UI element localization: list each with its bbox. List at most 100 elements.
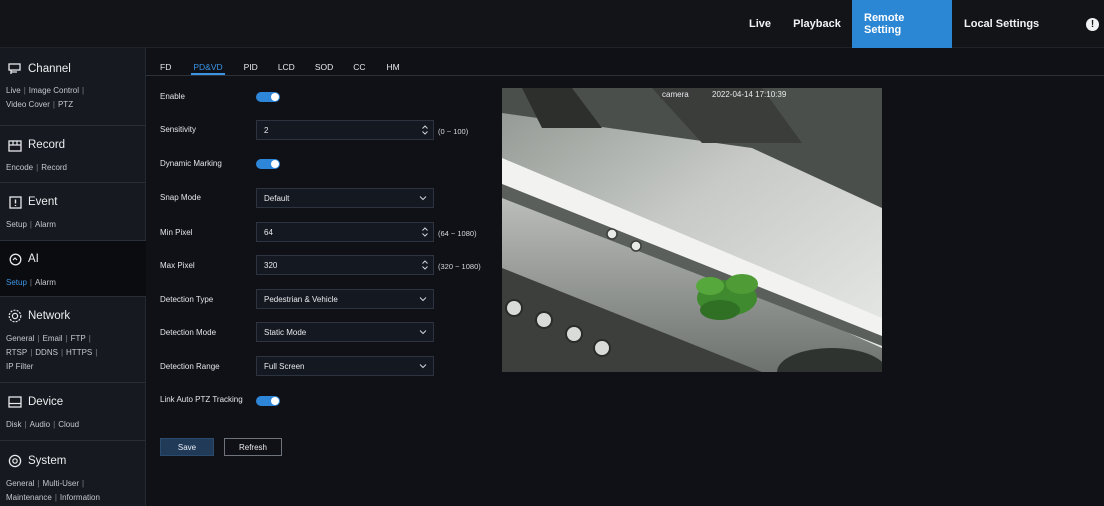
sidebar-section-device: Device Disk | Audio | Cloud <box>0 383 146 441</box>
top-bar: Live Playback Remote Setting Local Setti… <box>0 0 1104 48</box>
tab-cc[interactable]: CC <box>353 48 365 75</box>
enable-label: Enable <box>160 92 185 101</box>
sidebar-section-system: System General | Multi-User | Maintenance | I… <box>6 454 100 502</box>
min-pixel-range: (64 ~ 1080) <box>438 229 477 238</box>
sidebar-title-channel[interactable]: Channel <box>28 63 71 75</box>
tab-pd-vd[interactable]: PD&VD <box>191 48 225 75</box>
max-pixel-range: (320 ~ 1080) <box>438 262 481 271</box>
link-ptz-label: Link Auto PTZ Tracking <box>160 395 243 404</box>
detection-type-select[interactable]: Pedestrian & Vehicle <box>256 289 434 309</box>
snap-mode-select[interactable]: Default <box>256 188 434 208</box>
detection-mode-label: Detection Mode <box>160 328 217 337</box>
detection-mode-select[interactable]: Static Mode <box>256 322 434 342</box>
toggle-knob <box>271 93 279 101</box>
sidebar-link-video-cover[interactable]: Video Cover <box>6 100 50 109</box>
sidebar-link-information[interactable]: Information <box>60 493 100 502</box>
max-pixel-input[interactable]: 320 <box>256 255 434 275</box>
snap-mode-value: Default <box>264 193 290 203</box>
sidebar-link-ftp[interactable]: FTP <box>71 334 86 343</box>
sidebar-link-maintenance[interactable]: Maintenance <box>6 493 52 502</box>
tab-hm[interactable]: HM <box>387 48 400 75</box>
detection-range-value: Full Screen <box>264 361 305 371</box>
detection-range-label: Detection Range <box>160 362 220 371</box>
main-panel: FD PD&VD PID LCD SOD CC HM Enable Sensit… <box>146 48 1104 506</box>
min-pixel-value: 64 <box>264 227 273 237</box>
nav-local-settings[interactable]: Local Settings <box>952 0 1056 48</box>
spinner-arrows-icon <box>422 260 428 270</box>
sidebar-link-ai-setup[interactable]: Setup <box>6 278 27 287</box>
nav-playback[interactable]: Playback <box>786 0 848 48</box>
camera-preview[interactable]: camera 2022-04-14 17:10:39 <box>502 88 882 372</box>
record-icon <box>8 138 22 152</box>
nav-live[interactable]: Live <box>736 0 784 48</box>
sidebar-section-channel: Channel Live | Image Control | Video Cover |… <box>0 48 146 126</box>
device-icon <box>8 395 22 409</box>
sidebar-link-encode[interactable]: Encode <box>6 163 33 172</box>
sensitivity-spinner[interactable] <box>421 124 429 136</box>
tab-pid[interactable]: PID <box>244 48 258 75</box>
ai-icon <box>8 252 22 266</box>
sidebar-link-audio[interactable]: Audio <box>30 420 50 429</box>
event-icon <box>8 195 22 209</box>
sidebar-title-system[interactable]: System <box>28 455 66 467</box>
channel-icon <box>8 62 22 76</box>
sidebar-link-cloud[interactable]: Cloud <box>58 420 79 429</box>
spinner-arrows-icon <box>422 125 428 135</box>
chevron-down-icon <box>419 330 427 335</box>
snap-mode-label: Snap Mode <box>160 193 201 202</box>
toggle-knob <box>271 397 279 405</box>
help-icon[interactable]: ! <box>1086 17 1099 31</box>
sidebar-title-record[interactable]: Record <box>28 139 65 151</box>
sidebar-section-record: Record Encode | Record <box>0 126 146 183</box>
sidebar: Channel Live | Image Control | Video Cover |… <box>0 48 146 506</box>
max-pixel-spinner[interactable] <box>421 259 429 271</box>
sidebar-link-event-alarm[interactable]: Alarm <box>35 220 56 229</box>
tab-sod[interactable]: SOD <box>315 48 333 75</box>
sidebar-link-ip-filter[interactable]: IP Filter <box>6 362 33 371</box>
sidebar-title-device[interactable]: Device <box>28 396 63 408</box>
min-pixel-label: Min Pixel <box>160 228 193 237</box>
osd-channel-name: camera <box>660 90 691 99</box>
sidebar-link-multi-user[interactable]: Multi-User <box>43 479 79 488</box>
save-button[interactable]: Save <box>160 438 214 456</box>
sidebar-link-ai-alarm[interactable]: Alarm <box>35 278 56 287</box>
tab-fd[interactable]: FD <box>160 48 171 75</box>
sidebar-link-event-setup[interactable]: Setup <box>6 220 27 229</box>
sidebar-title-ai[interactable]: AI <box>28 253 39 265</box>
link-ptz-toggle[interactable] <box>256 396 280 406</box>
max-pixel-value: 320 <box>264 260 278 270</box>
sidebar-section-ai: AI Setup | Alarm <box>0 241 146 297</box>
sidebar-title-event[interactable]: Event <box>28 196 57 208</box>
sidebar-link-network-general[interactable]: General <box>6 334 34 343</box>
sidebar-link-rtsp[interactable]: RTSP <box>6 348 27 357</box>
refresh-button[interactable]: Refresh <box>224 438 282 456</box>
dynamic-marking-label: Dynamic Marking <box>160 159 222 168</box>
sidebar-link-disk[interactable]: Disk <box>6 420 22 429</box>
detection-type-label: Detection Type <box>160 295 214 304</box>
sidebar-link-live[interactable]: Live <box>6 86 21 95</box>
system-icon <box>8 454 22 468</box>
top-nav: Live Playback Remote Setting Local Setti… <box>736 0 1104 48</box>
sidebar-title-network[interactable]: Network <box>28 310 70 322</box>
chevron-down-icon <box>419 364 427 369</box>
sidebar-link-https[interactable]: HTTPS <box>66 348 92 357</box>
ai-tabs: FD PD&VD PID LCD SOD CC HM <box>146 48 1104 76</box>
detection-range-select[interactable]: Full Screen <box>256 356 434 376</box>
min-pixel-input[interactable]: 64 <box>256 222 434 242</box>
nav-remote-setting[interactable]: Remote Setting <box>852 0 952 48</box>
camera-frame-image <box>502 88 882 372</box>
sensitivity-input[interactable]: 2 <box>256 120 434 140</box>
min-pixel-spinner[interactable] <box>421 226 429 238</box>
enable-toggle[interactable] <box>256 92 280 102</box>
dynamic-marking-toggle[interactable] <box>256 159 280 169</box>
sidebar-link-system-general[interactable]: General <box>6 479 34 488</box>
sidebar-link-ptz[interactable]: PTZ <box>58 100 73 109</box>
sidebar-link-record[interactable]: Record <box>41 163 67 172</box>
network-icon <box>8 309 22 323</box>
tab-lcd[interactable]: LCD <box>278 48 295 75</box>
sidebar-link-ddns[interactable]: DDNS <box>35 348 58 357</box>
sensitivity-value: 2 <box>264 125 269 135</box>
sensitivity-range: (0 ~ 100) <box>438 127 469 136</box>
sidebar-link-email[interactable]: Email <box>43 334 63 343</box>
sidebar-link-image-control[interactable]: Image Control <box>29 86 79 95</box>
